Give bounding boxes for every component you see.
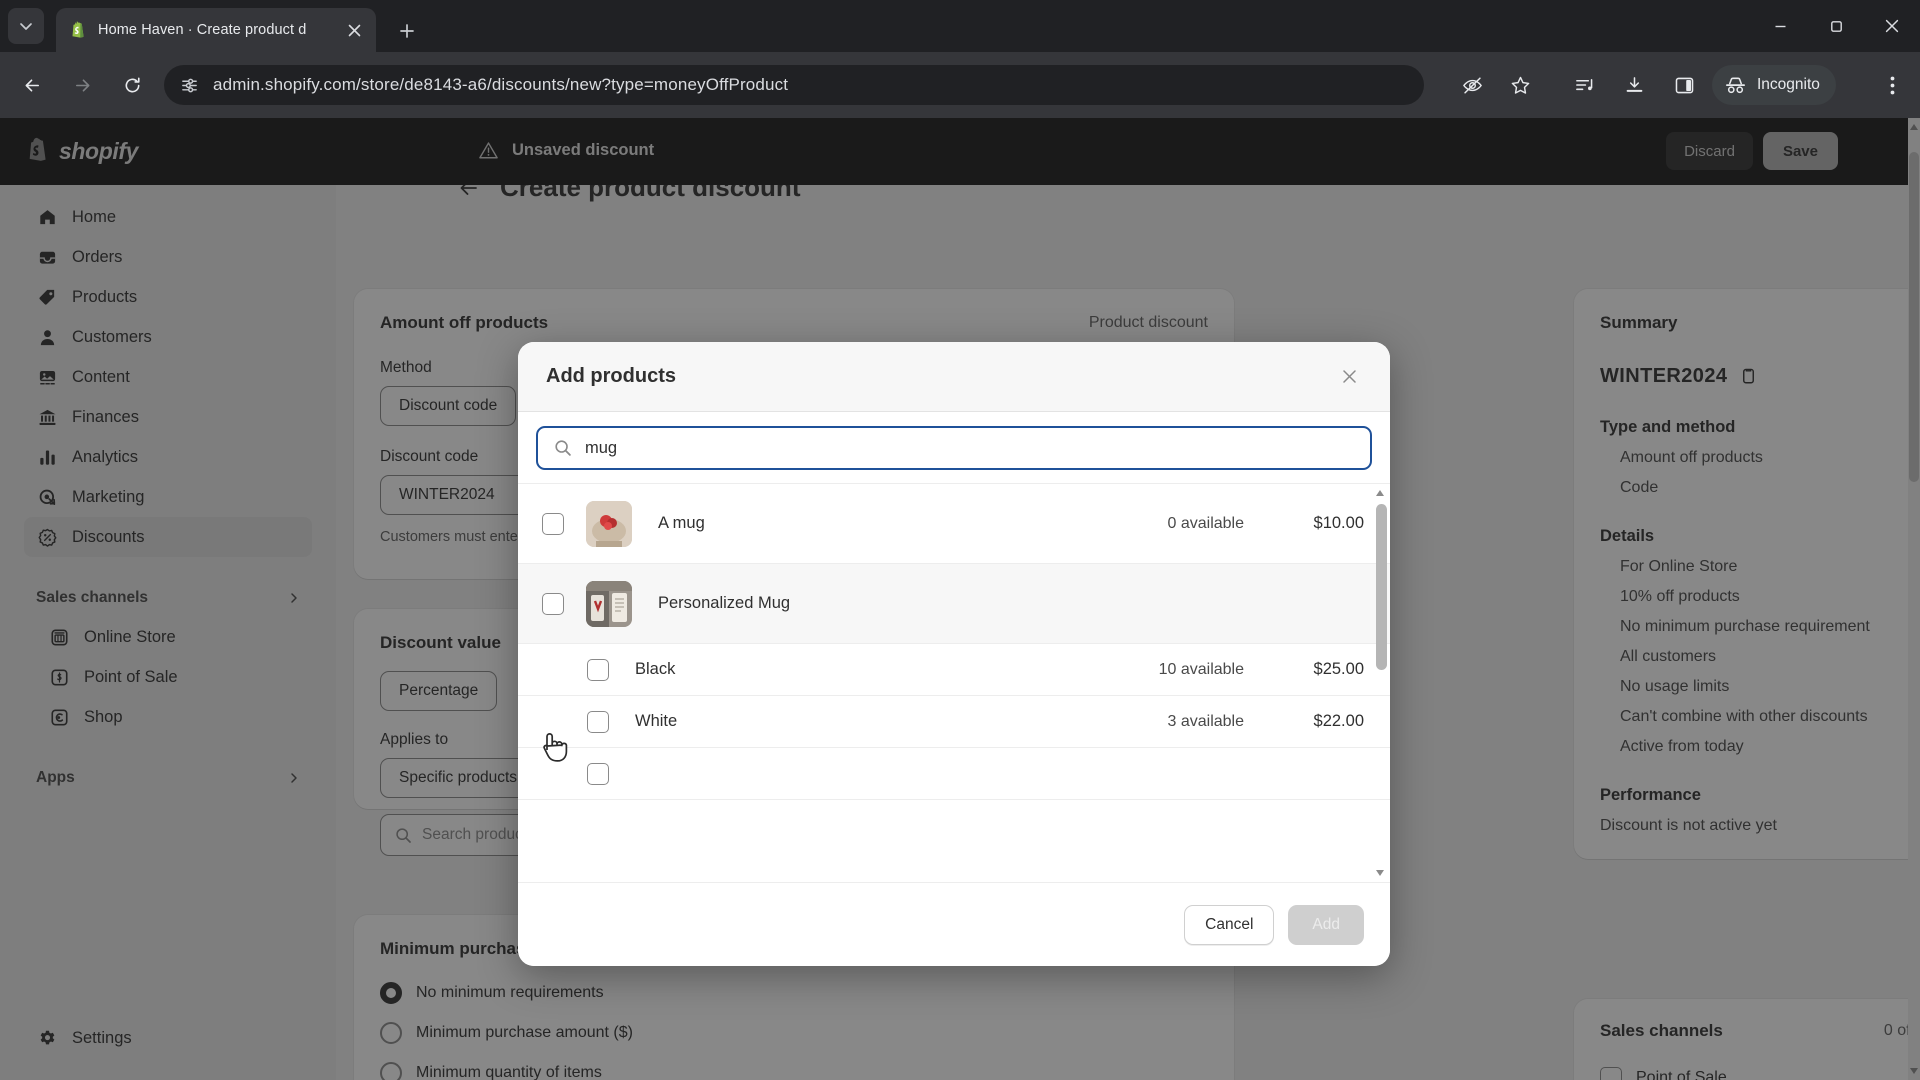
- browser-toolbar: admin.shopify.com/store/de8143-a6/discou…: [0, 52, 1920, 118]
- add-button[interactable]: Add: [1288, 904, 1364, 945]
- close-icon[interactable]: [342, 18, 366, 42]
- variant-availability: 3 available: [1167, 712, 1245, 730]
- forward-arrow-icon: [75, 78, 89, 92]
- browser-tab-active[interactable]: Home Haven · Create product d: [56, 8, 376, 52]
- variant-row-partial[interactable]: [518, 748, 1390, 800]
- checkbox[interactable]: [587, 658, 609, 681]
- product-result-list[interactable]: A mug 0 available $10.00 Personalized Mu…: [518, 483, 1390, 882]
- kebab-glyph: [1890, 76, 1894, 94]
- mug-photo-personalized: [586, 580, 632, 627]
- side-panel-glyph: [1675, 77, 1693, 93]
- checkbox[interactable]: [587, 710, 609, 733]
- product-row-personalized-mug[interactable]: Personalized Mug: [518, 564, 1390, 644]
- product-availability: 0 available: [1167, 514, 1245, 532]
- new-tab-button[interactable]: [392, 16, 422, 46]
- variant-name: Black: [635, 660, 676, 678]
- media-glyph: [1575, 78, 1592, 90]
- product-thumbnail: [586, 500, 632, 547]
- modal-footer: Cancel Add: [518, 882, 1390, 966]
- variant-availability: 10 available: [1158, 660, 1244, 678]
- minimize-icon[interactable]: [1752, 0, 1808, 52]
- shopify-favicon: [72, 21, 84, 38]
- back-button[interactable]: [12, 65, 52, 105]
- minimize-glyph: [1775, 25, 1785, 27]
- variant-row-white[interactable]: White 3 available $22.00: [518, 696, 1390, 748]
- scroll-up-arrow-icon[interactable]: [1374, 486, 1386, 500]
- close-glyph: [348, 24, 360, 36]
- modal-title: Add products: [546, 365, 676, 387]
- window-controls: [1752, 0, 1920, 52]
- tab-strip: Home Haven · Create product d: [0, 0, 1920, 52]
- eye-off-glyph: [1462, 76, 1482, 94]
- star-glyph: [1511, 76, 1529, 94]
- checkbox[interactable]: [542, 592, 564, 615]
- search-icon: [555, 440, 571, 456]
- product-price: $10.00: [1313, 514, 1364, 532]
- reload-button[interactable]: [112, 65, 152, 105]
- close-icon[interactable]: [1332, 360, 1366, 394]
- list-scrollbar-thumb[interactable]: [1376, 504, 1387, 670]
- modal-header: Add products: [518, 342, 1390, 412]
- chevron-down-glyph: [20, 23, 32, 30]
- url-text: admin.shopify.com/store/de8143-a6/discou…: [213, 75, 789, 94]
- close-glyph: [1342, 370, 1356, 383]
- mug-photo-berries: [586, 500, 632, 547]
- variant-row-black[interactable]: Black 10 available $25.00: [518, 644, 1390, 696]
- plus-icon: [400, 24, 414, 38]
- maximize-icon[interactable]: [1808, 0, 1864, 52]
- variant-price: $25.00: [1313, 660, 1364, 678]
- incognito-profile-chip[interactable]: Incognito: [1712, 65, 1836, 105]
- modal-search-wrapper: mug: [518, 412, 1390, 483]
- kebab-menu-icon[interactable]: [1872, 65, 1912, 105]
- variant-price: $22.00: [1313, 712, 1364, 730]
- star-icon[interactable]: [1500, 65, 1540, 105]
- cancel-button[interactable]: Cancel: [1184, 904, 1275, 945]
- checkbox[interactable]: [542, 512, 564, 535]
- address-bar[interactable]: admin.shopify.com/store/de8143-a6/discou…: [164, 65, 1424, 105]
- reload-icon: [125, 76, 140, 92]
- browser-chrome: Home Haven · Create product d admin.shop…: [0, 0, 1920, 118]
- checkbox[interactable]: [587, 762, 609, 785]
- download-icon[interactable]: [1614, 65, 1654, 105]
- incognito-icon: [1726, 77, 1745, 93]
- window-close-glyph: [1885, 19, 1899, 33]
- shopify-admin-app: shopify Unsaved discount Discard Save Ho…: [0, 118, 1920, 1080]
- product-thumbnail: [586, 580, 632, 627]
- maximize-glyph: [1830, 20, 1842, 32]
- incognito-label: Incognito: [1757, 76, 1820, 93]
- back-arrow-icon: [25, 78, 39, 92]
- product-name: Personalized Mug: [658, 594, 791, 612]
- product-row-a-mug[interactable]: A mug 0 available $10.00: [518, 484, 1390, 564]
- product-search-field[interactable]: mug: [536, 426, 1372, 470]
- eye-off-icon[interactable]: [1452, 65, 1492, 105]
- product-search-value: mug: [585, 438, 618, 457]
- media-control-icon[interactable]: [1564, 65, 1604, 105]
- add-products-modal: Add products mug A mug 0 available $10.0…: [518, 342, 1390, 966]
- list-scrollbar[interactable]: [1375, 484, 1387, 882]
- window-close-icon[interactable]: [1864, 0, 1920, 52]
- download-glyph: [1626, 76, 1642, 92]
- tab-title: Home Haven · Create product d: [98, 22, 307, 38]
- forward-button[interactable]: [62, 65, 102, 105]
- chevron-down-icon[interactable]: [8, 8, 44, 44]
- page-settings-icon[interactable]: [180, 76, 199, 95]
- product-name: A mug: [658, 514, 705, 532]
- side-panel-icon[interactable]: [1664, 65, 1704, 105]
- variant-name: White: [635, 712, 678, 730]
- scroll-down-arrow-icon[interactable]: [1374, 866, 1386, 880]
